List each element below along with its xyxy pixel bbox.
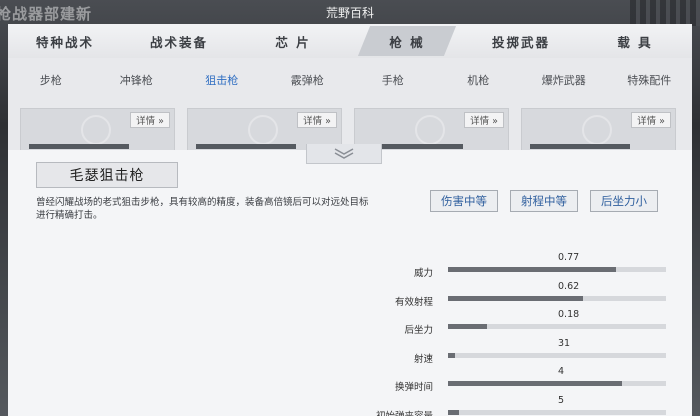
encyclopedia-panel: 特种战术 战术装备 芯 片 枪 械 投掷武器 载 具 步枪 冲锋枪 狙击枪 霰弹… [8,24,692,416]
tab-label: 载 具 [617,34,653,50]
tab-firearms[interactable]: 枪 械 [350,24,464,58]
stat-bar [448,295,666,301]
stat-bar [448,324,666,329]
stat-bar-fill [448,267,616,272]
subtab-rifle[interactable]: 步枪 [8,64,94,96]
weapon-type-tabs: 步枪 冲锋枪 狙击枪 霰弹枪 手枪 机枪 爆炸武器 特殊配件 [8,64,692,96]
weapon-card-list: 详情 » 详情 » 详情 » 详情 » [8,108,692,152]
weapon-card[interactable]: 详情 » [20,108,175,152]
tag-recoil: 后坐力小 [590,190,658,212]
stat-row-range: 有效射程 0.62 [348,281,678,310]
stat-bar [448,267,666,272]
stat-label: 射速 [413,353,433,365]
tab-tactical-gear[interactable]: 战术装备 [122,24,236,58]
weapon-name: 毛瑟狙击枪 [36,162,178,188]
stat-row-recoil: 后坐力 0.18 [348,309,678,338]
stat-label: 换弹时间 [394,382,433,393]
subtab-sniper[interactable]: 狙击枪 [179,64,265,96]
category-tabs: 特种战术 战术装备 芯 片 枪 械 投掷武器 载 具 [8,24,692,58]
subtab-smg[interactable]: 冲锋枪 [94,64,180,96]
weapon-stats: 威力 0.77 有效射程 0.62 后坐力 0.18 射速 31 换弹时间 4 … [348,252,678,416]
tab-label: 芯 片 [275,34,311,50]
stat-bar [448,381,666,386]
stat-bar-fill [448,381,623,386]
stat-value: 31 [558,337,571,349]
card-spinner-icon [248,115,278,145]
subtab-machine-gun[interactable]: 机枪 [436,64,522,96]
stat-bar-fill [448,295,584,301]
subtab-special-attachments[interactable]: 特殊配件 [607,64,693,96]
stat-row-fire-rate: 射速 31 [348,338,678,367]
title-bar: 荒野百科 [0,0,700,24]
stat-row-magazine: 初始弹夹容量 5 [348,395,678,416]
weapon-silhouette [196,144,296,149]
stat-label: 初始弹夹容量 [375,410,433,416]
tab-special-tactics[interactable]: 特种战术 [8,24,122,58]
stat-value: 4 [558,366,565,377]
weapon-card[interactable]: 详情 » [521,108,676,152]
window-title: 荒野百科 [325,5,374,20]
stat-value: 0.77 [558,252,580,263]
card-spinner-icon [582,115,612,145]
stat-value: 0.62 [558,280,580,292]
card-spinner-icon [81,115,111,145]
subtab-explosives[interactable]: 爆炸武器 [521,64,607,96]
stat-value: 5 [558,394,565,406]
stat-label: 有效射程 [394,296,433,308]
stat-value: 0.18 [558,309,580,320]
tab-label: 投掷武器 [491,34,550,50]
weapon-tags: 伤害中等 射程中等 后坐力小 [430,190,658,212]
weapon-detail-sheet: 毛瑟狙击枪 曾经闪耀战场的老式狙击步枪，具有较高的精度，装备高倍镜后可以对远处目… [8,144,692,416]
tag-range: 射程中等 [510,190,578,212]
weapon-silhouette [29,144,129,149]
collapse-button[interactable] [306,144,382,164]
stat-bar [448,352,666,358]
stat-label: 威力 [413,268,433,279]
stat-bar-fill [448,324,488,329]
stat-row-reload-time: 换弹时间 4 [348,366,678,395]
card-spinner-icon [415,115,445,145]
tab-label: 特种战术 [35,34,94,50]
tab-chips[interactable]: 芯 片 [236,24,350,58]
details-button[interactable]: 详情 » [464,112,504,128]
tab-label: 枪 械 [389,34,425,50]
tab-vehicles[interactable]: 载 具 [578,24,692,58]
weapon-description: 曾经闪耀战场的老式狙击步枪，具有较高的精度，装备高倍镜后可以对远处目标进行精确打… [36,197,369,221]
tab-label: 战术装备 [149,34,208,50]
tab-throwables[interactable]: 投掷武器 [464,24,578,58]
stat-row-power: 威力 0.77 [348,252,678,281]
stat-bar-fill [448,409,459,415]
tag-damage: 伤害中等 [430,190,498,212]
subtab-shotgun[interactable]: 霰弹枪 [265,64,351,96]
double-chevron-down-icon [334,147,354,159]
stat-bar-fill [448,352,455,358]
stat-bar [448,409,666,415]
details-button[interactable]: 详情 » [297,112,337,128]
weapon-silhouette [530,144,630,149]
subtab-pistol[interactable]: 手枪 [350,64,436,96]
details-button[interactable]: 详情 » [130,112,170,128]
details-button[interactable]: 详情 » [631,112,671,128]
stat-label: 后坐力 [404,325,433,336]
